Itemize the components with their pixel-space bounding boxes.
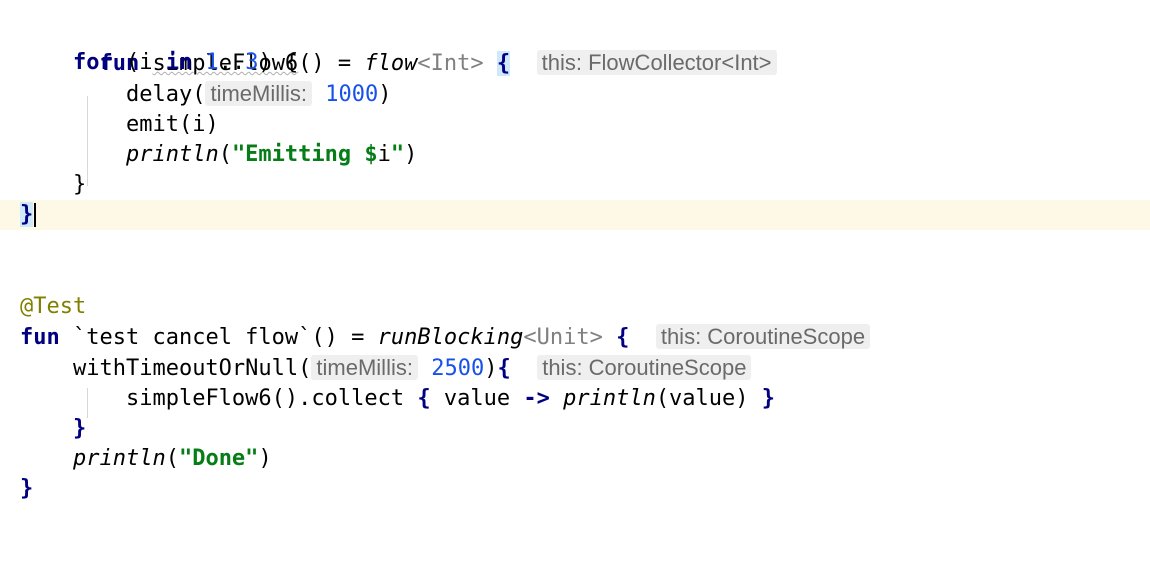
current-line[interactable]: } [0, 200, 1150, 230]
text-caret [34, 203, 37, 227]
number-literal: 1 [205, 50, 219, 75]
code-text: ) [404, 142, 418, 167]
inlay-hint-param: timeMillis: [205, 81, 313, 106]
closing-brace: } [72, 416, 87, 441]
code-line[interactable]: fun `test cancel flow`() = runBlocking<U… [0, 322, 1150, 352]
code-line[interactable]: for (i in 1..3) { [0, 48, 1150, 78]
code-line[interactable]: emit(i) [0, 110, 1150, 140]
lambda-open-brace: { [417, 386, 431, 411]
inlay-hint-receiver: this: CoroutineScope [537, 355, 752, 380]
lambda-close-brace: } [761, 386, 776, 411]
lambda-arrow: -> [523, 386, 550, 411]
code-text: ) [258, 446, 272, 471]
number-literal: 2500 [431, 356, 485, 381]
inlay-hint-param: timeMillis: [311, 355, 418, 380]
test-function-name: `test cancel flow`() = [59, 325, 378, 350]
code-line[interactable]: println("Emitting $i") [0, 140, 1150, 170]
template-variable: i [377, 142, 391, 167]
code-line[interactable]: simpleFlow6().collect { value -> println… [0, 384, 1150, 414]
code-line[interactable]: fun simpleFlow6() = flow<Int> { this: Fl… [0, 18, 1150, 76]
inlay-hint-receiver: this: CoroutineScope [655, 324, 871, 349]
code-line[interactable]: @Test [0, 292, 1150, 322]
code-line[interactable]: withTimeoutOrNull(timeMillis: 2500){ thi… [0, 353, 1150, 383]
code-line[interactable]: } [0, 474, 1150, 504]
code-text: ) [378, 82, 392, 107]
code-line[interactable]: } [0, 414, 1150, 444]
closing-brace: } [72, 172, 87, 197]
code-editor[interactable]: fun simpleFlow6() = flow<Int> { this: Fl… [0, 0, 1150, 505]
lambda-param: value [430, 386, 524, 411]
code-text: ) { [258, 50, 299, 75]
keyword-in: in [165, 50, 193, 75]
number-literal: 3 [245, 50, 259, 75]
opening-brace: { [497, 356, 511, 381]
string-literal: "Done" [178, 446, 259, 471]
runblocking-call: runBlocking [377, 325, 524, 350]
matched-brace: } [20, 202, 34, 227]
code-line[interactable]: } [0, 170, 1150, 200]
string-literal: "Emitting [231, 142, 365, 167]
code-text: ( [165, 446, 179, 471]
delay-call: delay( [125, 82, 206, 107]
closing-brace: } [20, 476, 34, 501]
code-text: (i [112, 50, 166, 75]
println-call: println [125, 142, 219, 167]
code-line[interactable]: delay(timeMillis: 1000) [0, 79, 1150, 109]
code-text: (value) [655, 386, 762, 411]
code-text: ( [218, 142, 232, 167]
type-argument: <Unit> [523, 325, 603, 350]
keyword-fun: fun [20, 325, 60, 350]
annotation-test: @Test [20, 294, 87, 319]
println-call: println [563, 386, 656, 411]
code-text: ) [484, 356, 498, 381]
opening-brace: { [616, 325, 630, 350]
withtimeout-call: withTimeoutOrNull( [72, 356, 312, 381]
println-call: println [72, 446, 166, 471]
number-literal: 1000 [325, 82, 379, 107]
code-line[interactable]: println("Done") [0, 444, 1150, 474]
template-sign: $ [364, 142, 378, 167]
string-literal: " [390, 142, 405, 167]
collect-call: simpleFlow6().collect [125, 386, 418, 411]
range-operator: .. [218, 50, 246, 75]
emit-call: emit(i) [125, 112, 219, 137]
keyword-for: for [72, 50, 113, 75]
